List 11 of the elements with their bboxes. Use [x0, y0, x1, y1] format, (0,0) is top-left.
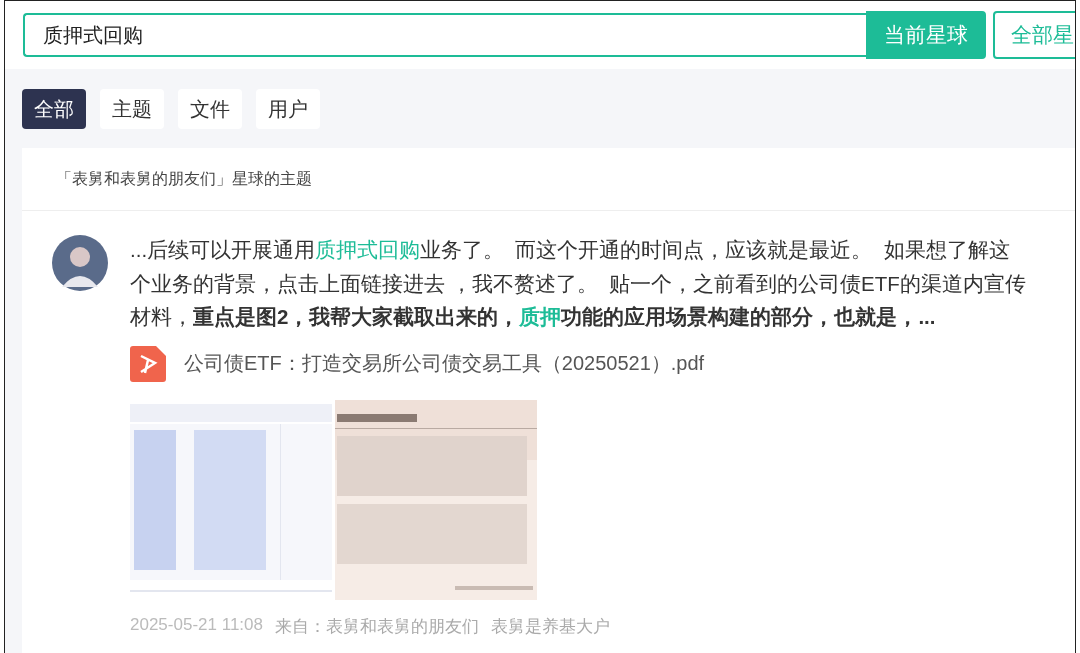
post-text: ...后续可以开展通用质押式回购业务了。 而这个开通的时间点，应该就是最近。 如果想了解这个业务的背景，点击上面链接进去 ，我不赘述了。 贴一个，之前看到的公司债ETF的渠道内宣传材料，重点是图2，我帮大家截取出来的，质押功能的应用场景构建的部分，也就是，...	[130, 237, 1027, 330]
post-time: 2025-05-21 11:08	[130, 614, 263, 636]
filter-tab[interactable]: 文件	[178, 89, 242, 129]
card-header: 「表舅和表舅的朋友们」星球的主题	[56, 168, 312, 189]
filter-tab[interactable]: 用户	[256, 89, 320, 129]
search-field[interactable]: 质押式回购	[23, 13, 866, 57]
pdf-file-icon	[130, 345, 166, 382]
avatar-icon	[52, 235, 108, 291]
file-name[interactable]: 公司债ETF：打造交易所公司债交易工具（20250521）.pdf	[184, 350, 705, 377]
filter-tab[interactable]: 全部	[22, 89, 86, 129]
filter-tab[interactable]: 主题	[100, 89, 164, 129]
